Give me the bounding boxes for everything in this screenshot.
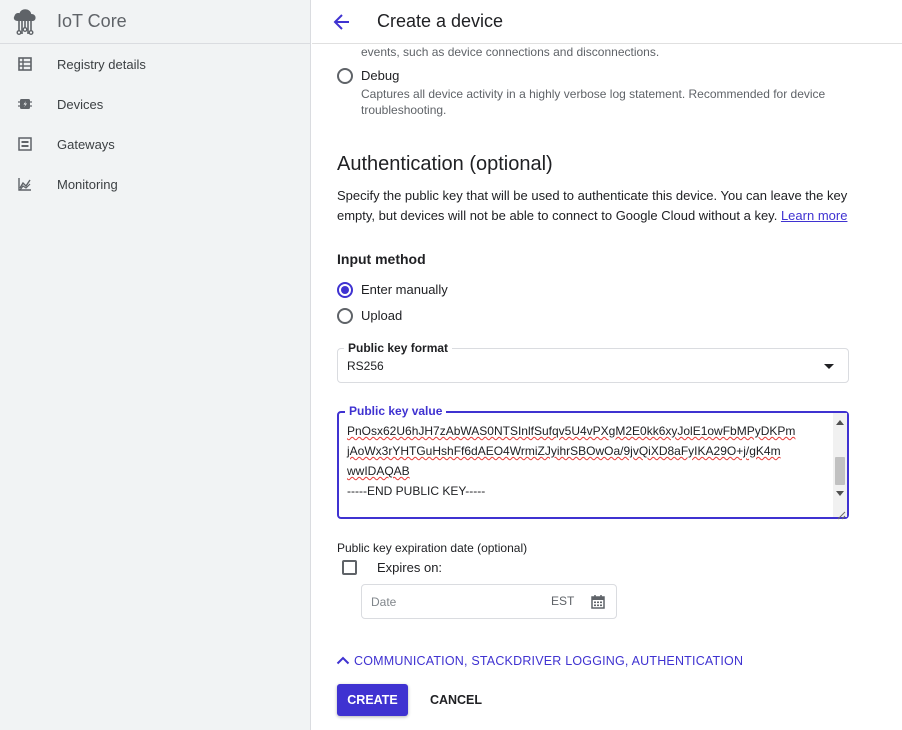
debug-description-line1: Captures all device activity in a highly… [361, 87, 826, 101]
upload-radio[interactable] [337, 308, 353, 329]
sidebar: IoT Core Registry details Devices Gatewa… [0, 0, 311, 730]
sidebar-item-registry-details[interactable]: Registry details [0, 44, 310, 84]
main-content: events, such as device connections and d… [312, 44, 902, 730]
sidebar-item-devices[interactable]: Devices [0, 84, 310, 124]
auth-description: Specify the public key that will be used… [337, 186, 852, 226]
public-key-format-select[interactable]: Public key format RS256 [337, 341, 849, 383]
date-placeholder: Date [371, 595, 397, 609]
chip-icon [17, 96, 33, 112]
public-key-text[interactable]: PnOsx62U6hJH7zAbWAS0NTSInlfSufqv5U4vPXgM… [347, 421, 829, 501]
key-line: wwIDAQAB [347, 464, 410, 478]
key-line: -----END PUBLIC KEY----- [347, 484, 486, 498]
app-title: IoT Core [57, 11, 127, 31]
page-title: Create a device [377, 11, 504, 31]
calendar-icon[interactable] [590, 594, 606, 610]
create-button[interactable]: CREATE [337, 684, 408, 716]
scroll-down-arrow-icon[interactable] [836, 491, 844, 496]
key-line: jAoWx3rYHTGuHshFf6dAEO4WrmiZJyihrSBOwOa/… [347, 444, 781, 458]
learn-more-link[interactable]: Learn more [781, 208, 847, 223]
chart-icon [17, 176, 33, 192]
back-arrow-icon[interactable] [330, 10, 354, 34]
logging-option-description: events, such as device connections and d… [361, 45, 660, 59]
advanced-options-label: COMMUNICATION, STACKDRIVER LOGGING, AUTH… [354, 654, 744, 668]
enter-manually-radio[interactable] [337, 282, 353, 303]
input-method-title: Input method [337, 251, 426, 267]
debug-description-line2: troubleshooting. [361, 103, 447, 117]
resize-handle-icon[interactable] [837, 507, 846, 520]
public-key-value-textarea[interactable]: Public key value PnOsx62U6hJH7zAbWAS0NTS… [337, 404, 849, 520]
expires-on-checkbox[interactable] [342, 560, 357, 575]
expiration-date-field[interactable]: Date EST [361, 584, 617, 619]
advanced-options-toggle[interactable]: COMMUNICATION, STACKDRIVER LOGGING, AUTH… [336, 652, 743, 670]
expires-on-label[interactable]: Expires on: [377, 560, 442, 575]
sidebar-item-label: Registry details [57, 56, 146, 72]
iot-core-logo-icon [8, 5, 42, 39]
sidebar-item-gateways[interactable]: Gateways [0, 124, 310, 164]
sidebar-item-monitoring[interactable]: Monitoring [0, 164, 310, 204]
registry-icon [17, 56, 33, 72]
scroll-thumb[interactable] [835, 457, 845, 485]
dropdown-caret-icon [824, 364, 834, 369]
page-header: Create a device [312, 0, 902, 44]
public-key-value-label: Public key value [345, 404, 447, 418]
chevron-up-icon [336, 652, 350, 670]
sidebar-item-label: Gateways [57, 136, 115, 152]
sidebar-item-label: Monitoring [57, 176, 118, 192]
upload-label[interactable]: Upload [361, 308, 402, 323]
public-key-format-label: Public key format [344, 341, 453, 355]
sidebar-item-label: Devices [57, 96, 104, 112]
expiration-title: Public key expiration date (optional) [337, 541, 528, 555]
cancel-button[interactable]: CANCEL [422, 684, 490, 716]
gateway-icon [17, 136, 33, 152]
timezone-label: EST [551, 594, 575, 608]
scroll-up-arrow-icon[interactable] [836, 420, 844, 425]
debug-radio[interactable] [337, 68, 353, 89]
sidebar-header: IoT Core [0, 0, 310, 44]
public-key-format-value: RS256 [347, 359, 384, 373]
textarea-scrollbar[interactable] [833, 413, 847, 517]
debug-radio-label[interactable]: Debug [361, 68, 399, 83]
auth-description-text: Specify the public key that will be used… [337, 188, 848, 223]
enter-manually-label[interactable]: Enter manually [361, 282, 448, 297]
section-title-authentication: Authentication (optional) [337, 153, 553, 175]
key-line: PnOsx62U6hJH7zAbWAS0NTSInlfSufqv5U4vPXgM… [347, 424, 796, 438]
